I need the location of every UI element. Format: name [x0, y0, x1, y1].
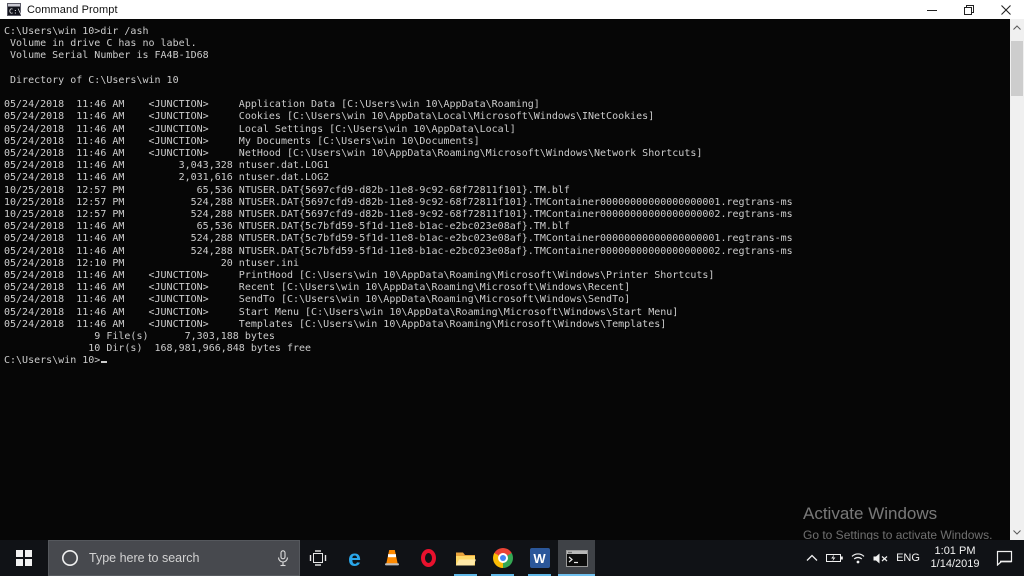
scroll-up-arrow-icon[interactable] — [1010, 19, 1024, 35]
action-center-icon — [996, 550, 1013, 566]
taskbar-app-chrome[interactable] — [484, 540, 521, 576]
svg-text:C:\: C:\ — [9, 8, 21, 16]
search-input[interactable] — [89, 551, 267, 565]
folder-icon — [455, 550, 476, 567]
opera-icon — [421, 549, 436, 567]
restore-icon — [964, 5, 974, 15]
action-center-button[interactable] — [986, 540, 1022, 576]
restore-button[interactable] — [950, 0, 987, 19]
cmd-window-icon — [566, 550, 588, 567]
command-prompt-line[interactable]: C:\Users\win 10> — [4, 355, 1006, 367]
edge-icon: e — [348, 547, 361, 570]
close-button[interactable] — [987, 0, 1024, 19]
scroll-down-arrow-icon[interactable] — [1010, 524, 1024, 540]
text-cursor — [101, 361, 107, 363]
cmd-app-icon: C:\ — [7, 3, 21, 16]
taskbar-app-command-prompt[interactable] — [558, 540, 595, 576]
network-status-button[interactable] — [846, 540, 869, 576]
windows-logo-icon — [16, 550, 32, 566]
vlc-cone-icon — [382, 548, 402, 568]
taskbar: e W — [0, 540, 1024, 576]
system-tray: ENG 1:01 PM 1/14/2019 — [800, 540, 1024, 576]
wifi-icon — [851, 553, 865, 564]
activate-windows-watermark: Activate Windows Go to Settings to activ… — [803, 504, 992, 542]
start-button[interactable] — [0, 540, 48, 576]
console-scrollbar[interactable] — [1010, 19, 1024, 540]
volume-muted-icon — [873, 553, 888, 564]
battery-charging-icon — [826, 553, 843, 563]
console-area[interactable]: C:\Users\win 10>dir /ash Volume in drive… — [0, 19, 1024, 540]
word-icon: W — [530, 548, 550, 568]
minimize-button[interactable] — [913, 0, 950, 19]
language-indicator[interactable]: ENG — [892, 540, 924, 576]
watermark-title: Activate Windows — [803, 504, 992, 524]
microphone-icon[interactable] — [277, 550, 289, 567]
tray-overflow-button[interactable] — [800, 540, 823, 576]
taskbar-app-opera[interactable] — [410, 540, 447, 576]
volume-button[interactable] — [869, 540, 892, 576]
close-icon — [1001, 5, 1011, 15]
taskbar-app-edge[interactable]: e — [336, 540, 373, 576]
cortana-circle-icon — [61, 549, 79, 567]
prompt-text: C:\Users\win 10> — [4, 355, 100, 366]
task-view-icon — [309, 550, 327, 566]
window-titlebar[interactable]: C:\ Command Prompt — [0, 0, 1024, 19]
battery-status-button[interactable] — [823, 540, 846, 576]
scrollbar-thumb[interactable] — [1011, 41, 1023, 96]
taskbar-app-vlc[interactable] — [373, 540, 410, 576]
task-view-button[interactable] — [300, 540, 336, 576]
console-output: C:\Users\win 10>dir /ash Volume in drive… — [4, 26, 1006, 355]
chevron-up-icon — [806, 554, 818, 562]
date-label: 1/14/2019 — [931, 558, 980, 571]
time-label: 1:01 PM — [935, 545, 976, 558]
window-title: Command Prompt — [27, 4, 118, 16]
taskbar-app-word[interactable]: W — [521, 540, 558, 576]
taskbar-search-box[interactable] — [48, 540, 300, 576]
chrome-icon — [493, 548, 513, 568]
clock[interactable]: 1:01 PM 1/14/2019 — [924, 540, 986, 576]
language-label: ENG — [896, 552, 920, 564]
minimize-icon — [927, 5, 937, 15]
taskbar-app-file-explorer[interactable] — [447, 540, 484, 576]
